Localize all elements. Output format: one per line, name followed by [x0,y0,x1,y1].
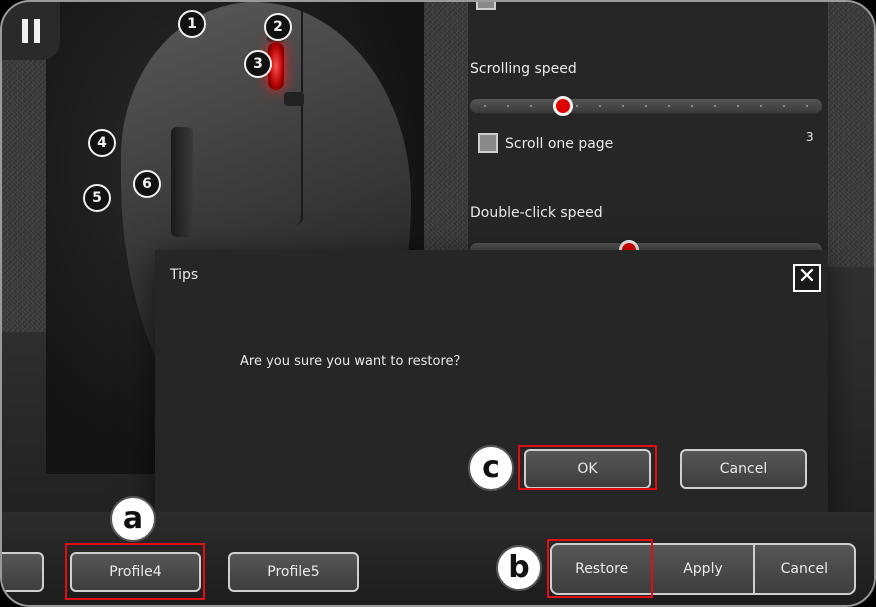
double-click-speed-label: Double-click speed [470,205,603,221]
annotation-badge-a: a [110,496,156,542]
background-texture-right [828,2,874,267]
mouse-button-1-callout[interactable]: 1 [178,10,206,38]
dialog-cancel-button[interactable]: Cancel [680,449,807,489]
annotation-badge-b: b [496,545,542,591]
profile4-highlight-box [65,543,205,600]
pointer-settings-panel: Scrolling speed Scroll one page 3 Double… [468,2,828,262]
pause-icon[interactable] [2,2,60,60]
mouse-button-6-callout[interactable]: 6 [133,170,161,198]
dialog-title: Tips [170,267,199,283]
background-texture-middle [422,2,468,262]
scrolling-speed-thumb[interactable] [553,96,573,116]
scroll-one-page-label: Scroll one page [505,136,614,152]
profile-button-previous[interactable] [2,552,44,592]
mouse-button-5-callout[interactable]: 5 [83,184,111,212]
mouse-button-3-callout[interactable]: 3 [244,50,272,78]
scrolling-speed-slider[interactable] [470,96,822,116]
scrolling-speed-label: Scrolling speed [470,61,577,77]
app-window: 1 2 3 4 5 6 Scrolling speed Scroll one p… [0,0,876,607]
ok-highlight-box [518,445,657,490]
restore-highlight-box [547,539,653,598]
dialog-message: Are you sure you want to restore？ [240,354,467,369]
scroll-lines-value: 3 [806,130,814,144]
mouse-button-seam [291,10,303,225]
slider-ticks [484,105,808,107]
close-icon[interactable]: ✕ [793,264,821,292]
setting-checkbox-top[interactable] [476,2,496,10]
wheel-bottom-block [284,92,304,106]
cancel-button[interactable]: Cancel [752,545,854,593]
mouse-button-4-callout[interactable]: 4 [88,129,116,157]
apply-button[interactable]: Apply [651,545,752,593]
side-buttons [171,127,193,237]
scroll-one-page-checkbox[interactable] [478,133,498,153]
annotation-badge-c: c [468,445,514,491]
mouse-button-2-callout[interactable]: 2 [264,13,292,41]
profile5-button[interactable]: Profile5 [228,552,359,592]
